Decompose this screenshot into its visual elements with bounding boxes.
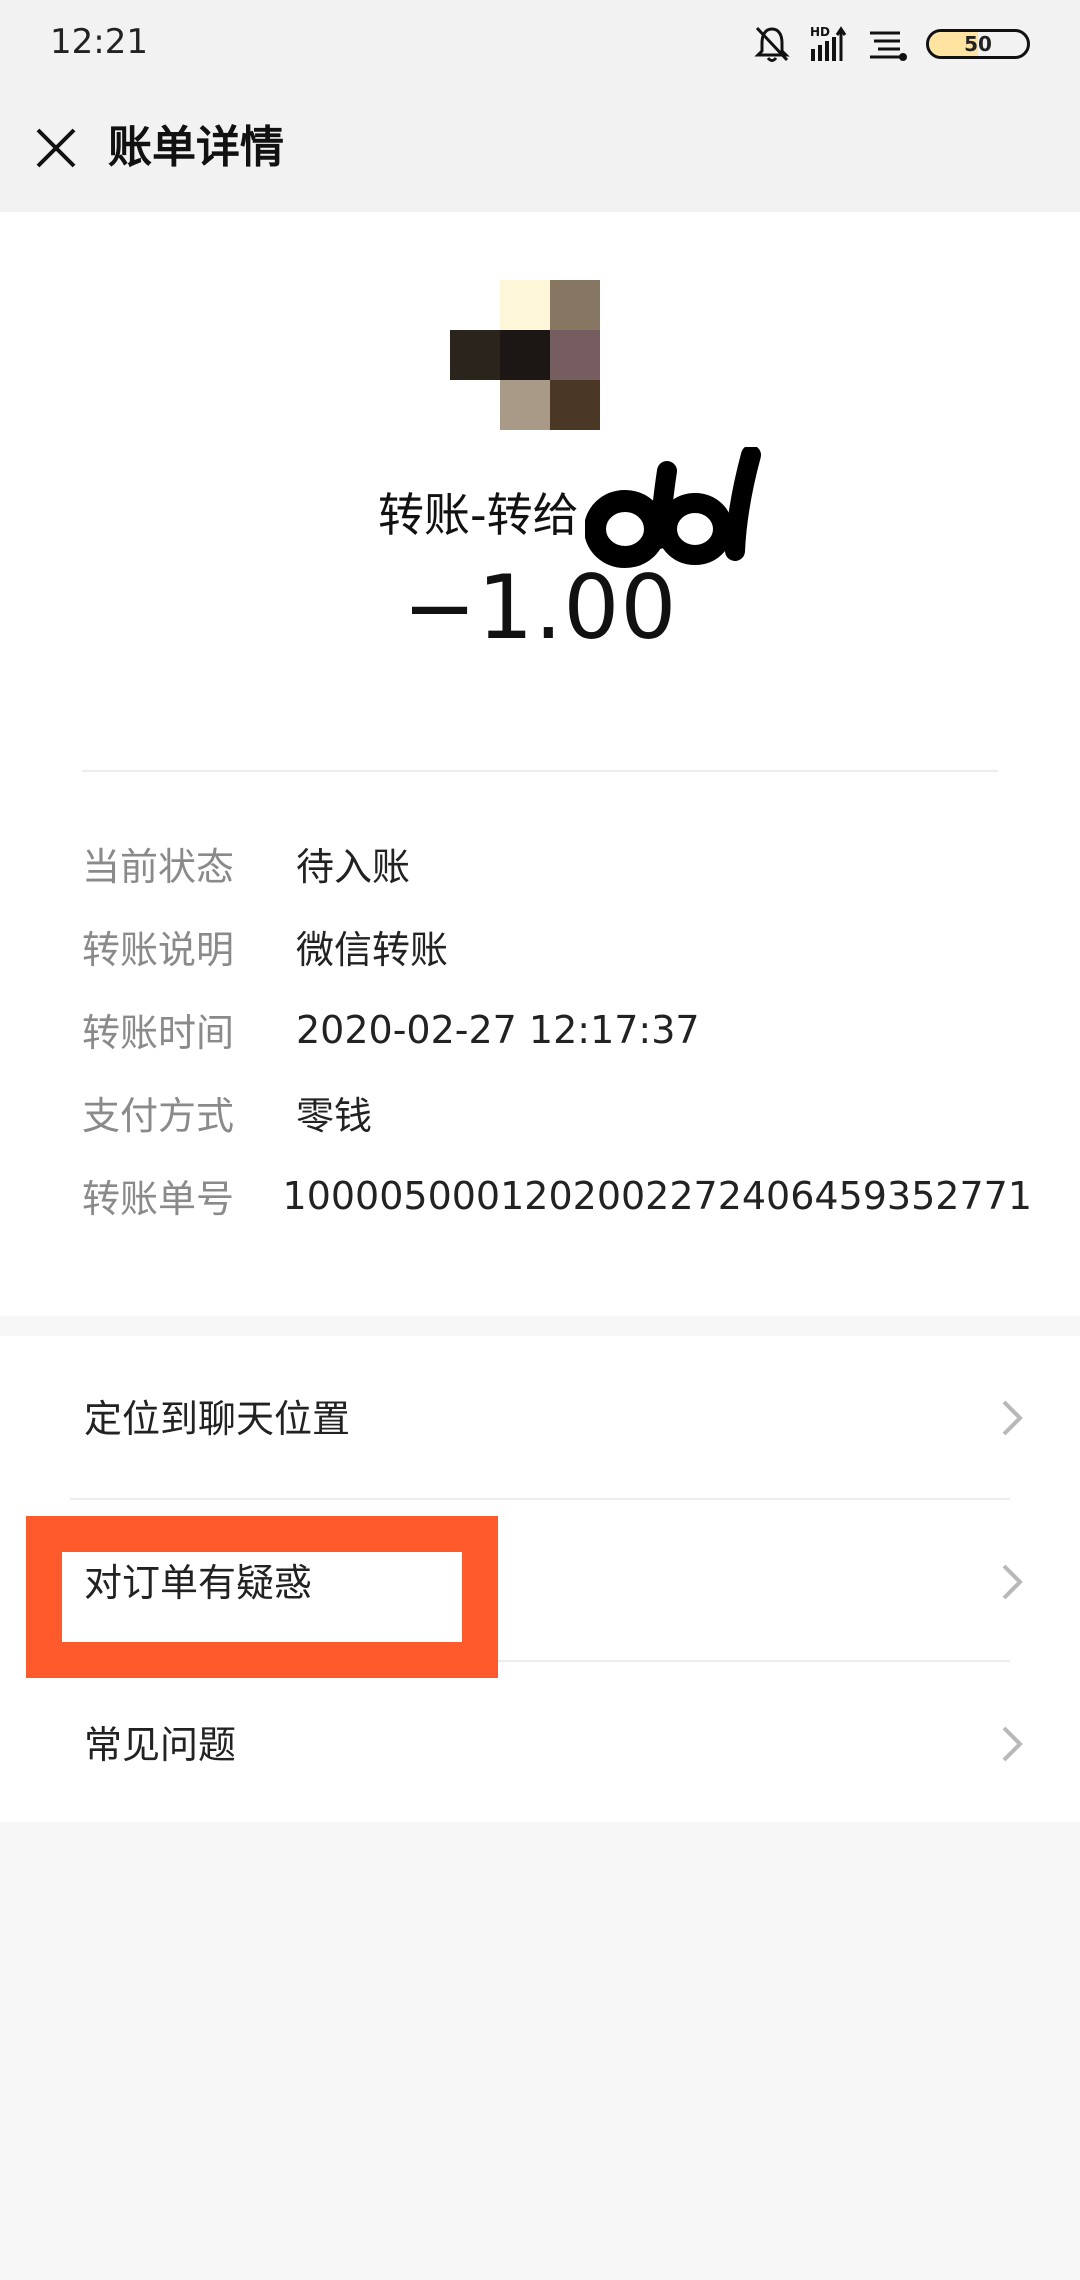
detail-value: 微信转账 xyxy=(296,928,449,972)
hd-signal-icon: HD xyxy=(810,25,847,61)
payee-line: 转账-转给 xyxy=(378,447,765,572)
close-icon[interactable] xyxy=(26,118,86,178)
status-icons: HD 50 xyxy=(754,22,1030,66)
menu-item-label: 对订单有疑惑 xyxy=(84,1561,313,1605)
payee-label: 转账-转给 xyxy=(378,488,579,542)
detail-key: 转账单号 xyxy=(82,1177,235,1221)
battery-percent: 50 xyxy=(964,32,992,56)
transaction-details: 当前状态 待入账 转账说明 微信转账 转账时间 2020-02-27 12:17… xyxy=(82,822,1032,1237)
detail-value: 2020-02-27 12:17:37 xyxy=(296,1007,700,1052)
detail-row-time: 转账时间 2020-02-27 12:17:37 xyxy=(82,988,1032,1071)
detail-value: 零钱 xyxy=(296,1094,373,1138)
detail-row-payment-method: 支付方式 零钱 xyxy=(82,1071,1032,1154)
menu-item-faq[interactable]: 常见问题 xyxy=(0,1662,1080,1824)
status-bar: 12:21 HD 50 xyxy=(0,0,1080,88)
menu-item-locate-chat[interactable]: 定位到聊天位置 xyxy=(0,1336,1080,1498)
detail-value: 1000050001202002272406459352771 xyxy=(282,1173,1032,1218)
detail-key: 转账时间 xyxy=(82,1011,235,1055)
menu-item-label: 常见问题 xyxy=(84,1723,237,1767)
detail-row-transfer-id: 转账单号 1000050001202002272406459352771 xyxy=(82,1154,1032,1237)
transaction-summary: 转账-转给 −1.00 当前状态 待入账 转账说明 微信转账 转账时间 2020… xyxy=(0,212,1080,1316)
avatar xyxy=(450,280,600,430)
transaction-amount: −1.00 xyxy=(402,556,678,659)
app-header: 账单详情 xyxy=(0,88,1080,212)
wifi-icon xyxy=(870,31,907,61)
status-time: 12:21 xyxy=(50,22,148,62)
bell-off-icon xyxy=(754,26,790,62)
detail-value: 待入账 xyxy=(296,845,411,889)
svg-text:HD: HD xyxy=(810,25,830,39)
detail-row-status: 当前状态 待入账 xyxy=(82,822,1032,905)
detail-row-note: 转账说明 微信转账 xyxy=(82,905,1032,988)
detail-key: 支付方式 xyxy=(82,1094,235,1138)
menu-item-label: 定位到聊天位置 xyxy=(84,1397,351,1441)
page-title: 账单详情 xyxy=(108,122,284,173)
menu-item-order-question[interactable]: 对订单有疑惑 xyxy=(0,1500,1080,1662)
detail-key: 转账说明 xyxy=(82,928,235,972)
chevron-right-icon xyxy=(1002,1400,1023,1436)
divider xyxy=(82,770,998,772)
chevron-right-icon xyxy=(1002,1726,1023,1762)
detail-key: 当前状态 xyxy=(82,845,235,889)
battery-indicator: 50 xyxy=(926,29,1030,59)
chevron-right-icon xyxy=(1002,1564,1023,1600)
action-menu: 定位到聊天位置 对订单有疑惑 常见问题 xyxy=(0,1336,1080,1822)
